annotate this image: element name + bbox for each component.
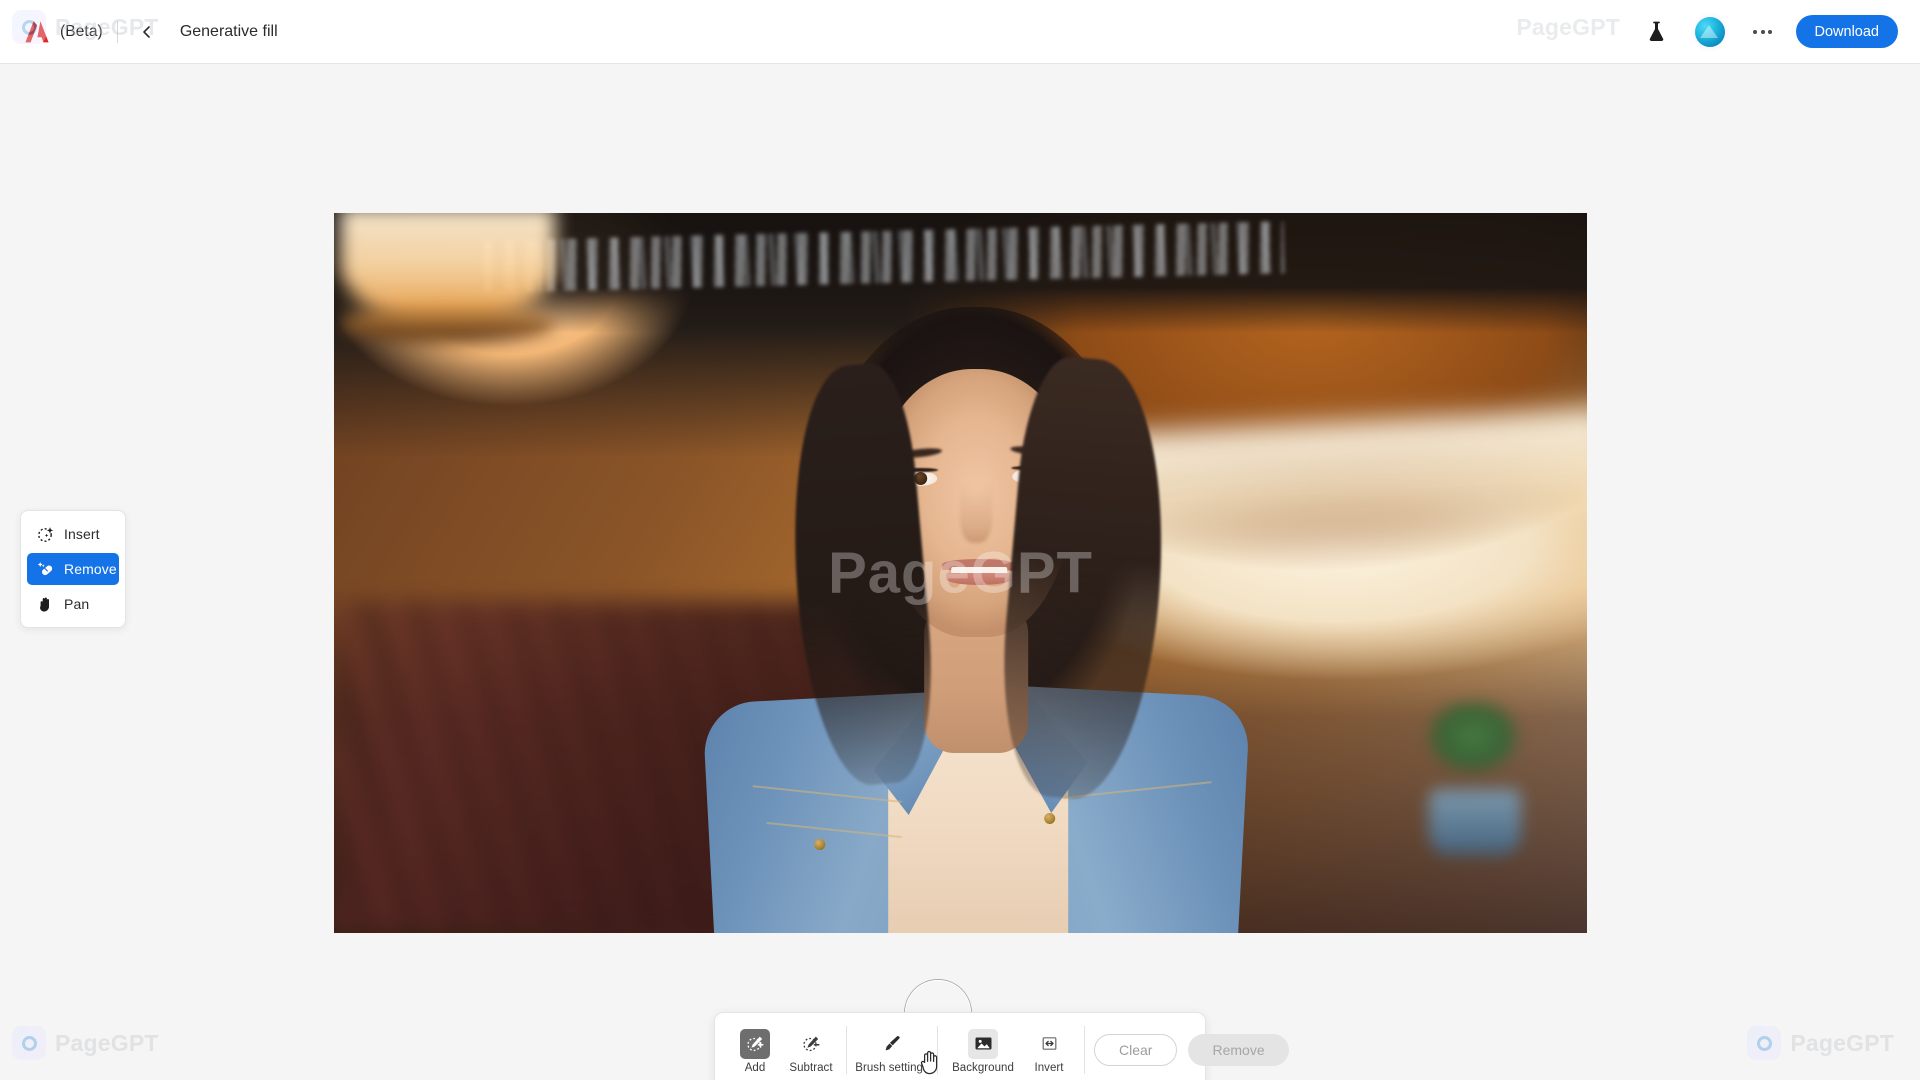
download-button[interactable]: Download xyxy=(1795,15,1898,48)
denim-button xyxy=(1043,813,1055,824)
tool-invert-label: Invert xyxy=(1034,1061,1064,1074)
mask-tools-group: Background Invert xyxy=(947,1013,1075,1080)
selection-toolbar: Add Subtract Brush settings Background I… xyxy=(714,1012,1289,1080)
generative-fill-app: (Beta) Generative fill Download Insert R… xyxy=(0,0,1920,1080)
tool-background[interactable]: Background xyxy=(947,1027,1019,1074)
tool-brush-settings[interactable]: Brush settings xyxy=(855,1027,929,1074)
tool-background-label: Background xyxy=(952,1061,1014,1074)
toolbar-divider xyxy=(937,1026,938,1074)
tool-remove[interactable]: Remove xyxy=(27,553,119,585)
invert-selection-icon xyxy=(1034,1029,1064,1059)
clear-button[interactable]: Clear xyxy=(1094,1034,1178,1066)
photo-content: PageGPT xyxy=(334,213,1587,933)
flask-button[interactable] xyxy=(1642,17,1672,47)
tool-pan[interactable]: Pan xyxy=(27,588,119,620)
tool-add-label: Add xyxy=(744,1061,766,1074)
denim-button xyxy=(813,839,825,850)
canvas-stage: Insert Remove Pan PageGPT Add Subtract B… xyxy=(0,64,1920,1080)
insert-sparkle-icon xyxy=(36,525,54,543)
remove-button[interactable]: Remove xyxy=(1188,1034,1289,1066)
brush-tools-group: Brush settings xyxy=(855,1013,929,1080)
brush-add-icon xyxy=(740,1028,770,1059)
mouth xyxy=(941,559,1016,585)
back-button[interactable] xyxy=(134,19,160,45)
brush-subtract-icon xyxy=(796,1029,826,1059)
portrait-subject xyxy=(692,273,1252,933)
tool-add[interactable]: Add xyxy=(729,1027,781,1074)
page-title: Generative fill xyxy=(179,22,278,40)
header-divider xyxy=(116,20,118,43)
tool-remove-label: Remove xyxy=(64,561,117,577)
app-header: (Beta) Generative fill Download xyxy=(0,0,1920,64)
hand-pan-icon xyxy=(36,595,54,613)
plant-pot xyxy=(1429,789,1521,855)
more-options-button[interactable] xyxy=(1748,19,1778,45)
toolbar-divider xyxy=(1084,1026,1085,1074)
toolbar-divider xyxy=(846,1026,847,1074)
lower-lip xyxy=(945,573,1012,585)
selection-tools-group: Add Subtract xyxy=(729,1013,837,1080)
tool-insert[interactable]: Insert xyxy=(27,518,119,550)
header-left-group: (Beta) Generative fill xyxy=(22,0,278,63)
tool-invert[interactable]: Invert xyxy=(1023,1027,1075,1074)
header-right-group: Download xyxy=(1642,0,1898,63)
tool-subtract-label: Subtract xyxy=(789,1061,833,1074)
adobe-logo-icon xyxy=(22,17,52,47)
image-picture-icon xyxy=(968,1028,998,1059)
paintbrush-icon xyxy=(877,1029,907,1059)
avatar-image xyxy=(1694,16,1725,47)
avatar[interactable] xyxy=(1689,11,1730,52)
tool-brush-settings-label: Brush settings xyxy=(855,1061,929,1074)
tool-insert-label: Insert xyxy=(64,526,100,542)
toolbar-actions-group: Clear Remove xyxy=(1094,1034,1289,1066)
tool-subtract[interactable]: Subtract xyxy=(785,1027,837,1074)
remove-eraser-sparkle-icon xyxy=(36,560,54,578)
tool-pan-label: Pan xyxy=(64,596,90,612)
beta-label: (Beta) xyxy=(60,22,103,40)
more-dot xyxy=(1753,29,1757,34)
pendant-lamp-rim xyxy=(340,307,555,343)
more-dot xyxy=(1768,29,1772,34)
flask-icon xyxy=(1649,21,1664,42)
tool-panel: Insert Remove Pan xyxy=(20,510,126,628)
nose xyxy=(959,485,992,543)
chevron-left-icon xyxy=(143,25,150,38)
more-dot xyxy=(1760,29,1765,34)
image-canvas[interactable]: PageGPT xyxy=(334,213,1587,933)
